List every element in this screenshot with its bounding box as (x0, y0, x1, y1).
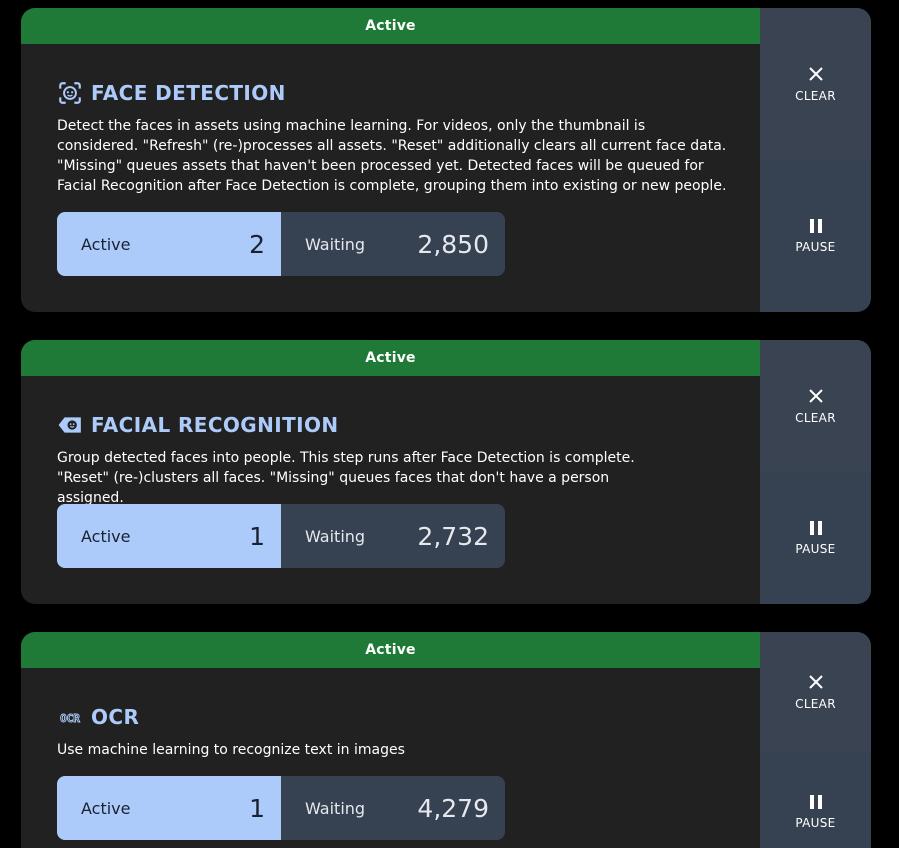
job-card-main: Active OCR OCR Use machine learning to r… (21, 632, 760, 848)
active-count-label: Active (81, 526, 131, 546)
job-card-face-detection: Active FACE DETECTION Detect the faces i… (21, 8, 871, 312)
status-bar: Active (21, 632, 760, 668)
active-count-value: 1 (249, 521, 265, 551)
tag-face-icon (57, 412, 83, 438)
close-icon (807, 673, 825, 691)
job-card-main: Active FACIAL RECOGNITION Group detected… (21, 340, 760, 604)
waiting-count-label: Waiting (305, 526, 366, 546)
ocr-icon: OCR (57, 704, 83, 730)
pause-button[interactable]: PAUSE (760, 472, 871, 604)
waiting-count-box: Waiting 2,732 (281, 504, 505, 568)
face-recognition-icon (57, 80, 83, 106)
job-card-facial-recognition: Active FACIAL RECOGNITION Group detected… (21, 340, 871, 604)
status-label: Active (365, 350, 416, 366)
job-counts: Active 1 Waiting 4,279 (57, 776, 505, 840)
waiting-count-value: 2,850 (417, 229, 489, 259)
job-title: OCR (91, 705, 140, 729)
pause-icon (809, 794, 823, 810)
active-count-label: Active (81, 234, 131, 254)
job-actions: CLEAR PAUSE (760, 632, 871, 848)
active-count-value: 1 (249, 793, 265, 823)
waiting-count-label: Waiting (305, 798, 366, 818)
status-label: Active (365, 642, 416, 658)
pause-button[interactable]: PAUSE (760, 752, 871, 848)
pause-label: PAUSE (795, 240, 836, 254)
waiting-count-box: Waiting 2,850 (281, 212, 505, 276)
active-count-value: 2 (249, 229, 265, 259)
job-title-row: OCR OCR (57, 704, 139, 730)
job-actions: CLEAR PAUSE (760, 340, 871, 604)
active-count-box: Active 2 (57, 212, 281, 276)
job-actions: CLEAR PAUSE (760, 8, 871, 312)
pause-label: PAUSE (795, 816, 836, 830)
pause-icon (809, 520, 823, 536)
waiting-count-value: 2,732 (417, 521, 489, 551)
pause-label: PAUSE (795, 542, 836, 556)
job-card-main: Active FACE DETECTION Detect the faces i… (21, 8, 760, 312)
clear-button[interactable]: CLEAR (760, 632, 871, 752)
status-bar: Active (21, 8, 760, 44)
close-icon (807, 387, 825, 405)
job-description: Use machine learning to recognize text i… (57, 742, 405, 758)
jobs-list: Active FACE DETECTION Detect the faces i… (0, 0, 899, 848)
active-count-label: Active (81, 798, 131, 818)
job-description: Group detected faces into people. This s… (57, 450, 635, 506)
status-bar: Active (21, 340, 760, 376)
job-title-row: FACE DETECTION (57, 80, 286, 106)
job-title: FACE DETECTION (91, 81, 286, 105)
clear-label: CLEAR (795, 411, 836, 425)
clear-label: CLEAR (795, 89, 836, 103)
active-count-box: Active 1 (57, 504, 281, 568)
pause-button[interactable]: PAUSE (760, 160, 871, 312)
job-title-row: FACIAL RECOGNITION (57, 412, 339, 438)
job-counts: Active 2 Waiting 2,850 (57, 212, 505, 276)
clear-button[interactable]: CLEAR (760, 8, 871, 160)
close-icon (807, 65, 825, 83)
status-label: Active (365, 18, 416, 34)
job-title: FACIAL RECOGNITION (91, 413, 339, 437)
svg-text:OCR: OCR (60, 712, 80, 725)
waiting-count-label: Waiting (305, 234, 366, 254)
job-description: Detect the faces in assets using machine… (57, 118, 727, 194)
waiting-count-value: 4,279 (417, 793, 489, 823)
active-count-box: Active 1 (57, 776, 281, 840)
clear-button[interactable]: CLEAR (760, 340, 871, 472)
clear-label: CLEAR (795, 697, 836, 711)
waiting-count-box: Waiting 4,279 (281, 776, 505, 840)
job-counts: Active 1 Waiting 2,732 (57, 504, 505, 568)
job-card-ocr: Active OCR OCR Use machine learning to r… (21, 632, 871, 848)
pause-icon (809, 218, 823, 234)
